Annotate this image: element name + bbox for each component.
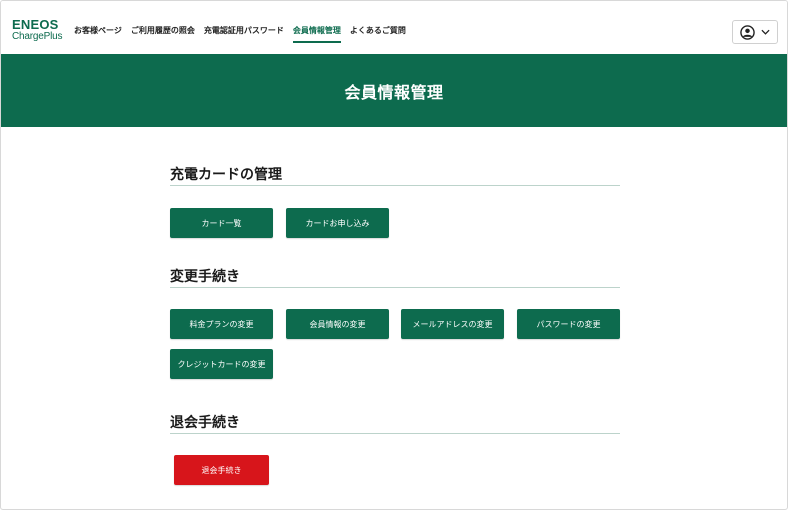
nav-item-faq[interactable]: よくあるご質問 xyxy=(350,23,406,43)
plan-change-button[interactable]: 料金プランの変更 xyxy=(170,309,273,339)
user-circle-icon xyxy=(740,24,755,40)
page-banner: 会員情報管理 xyxy=(1,54,787,127)
site-header: ENEOS ChargePlus お客様ページ ご利用履歴の照会 充電認証用パス… xyxy=(1,1,787,54)
member-info-change-button[interactable]: 会員情報の変更 xyxy=(286,309,389,339)
credit-card-change-button[interactable]: クレジットカードの変更 xyxy=(170,349,273,379)
page-title: 会員情報管理 xyxy=(344,82,444,102)
chevron-down-icon xyxy=(761,29,770,35)
section-title-card: 充電カードの管理 xyxy=(170,164,620,186)
page-frame: ENEOS ChargePlus お客様ページ ご利用履歴の照会 充電認証用パス… xyxy=(0,0,788,510)
logo-text-top: ENEOS xyxy=(12,17,59,32)
section-card-management: 充電カードの管理 xyxy=(170,164,620,186)
section-title-withdraw: 退会手続き xyxy=(170,412,620,434)
main-nav: お客様ページ ご利用履歴の照会 充電認証用パスワード 会員情報管理 よくあるご質… xyxy=(74,23,415,43)
nav-item-member-info[interactable]: 会員情報管理 xyxy=(292,23,341,43)
eneos-logo[interactable]: ENEOS ChargePlus xyxy=(12,18,64,44)
nav-item-usage-history[interactable]: ご利用履歴の照会 xyxy=(131,23,195,43)
section-change-procedures: 変更手続き xyxy=(170,266,620,288)
email-change-button[interactable]: メールアドレスの変更 xyxy=(401,309,504,339)
nav-item-charge-password[interactable]: 充電認証用パスワード xyxy=(204,23,284,43)
account-menu-button[interactable] xyxy=(732,20,778,44)
withdraw-button[interactable]: 退会手続き xyxy=(174,455,269,485)
section-title-change: 変更手続き xyxy=(170,266,620,288)
card-apply-button[interactable]: カードお申し込み xyxy=(286,208,389,238)
section-withdrawal: 退会手続き xyxy=(170,412,620,434)
nav-item-mypage[interactable]: お客様ページ xyxy=(74,23,122,43)
card-list-button[interactable]: カード一覧 xyxy=(170,208,273,238)
password-change-button[interactable]: パスワードの変更 xyxy=(517,309,620,339)
logo-text-bottom: ChargePlus xyxy=(12,31,63,42)
